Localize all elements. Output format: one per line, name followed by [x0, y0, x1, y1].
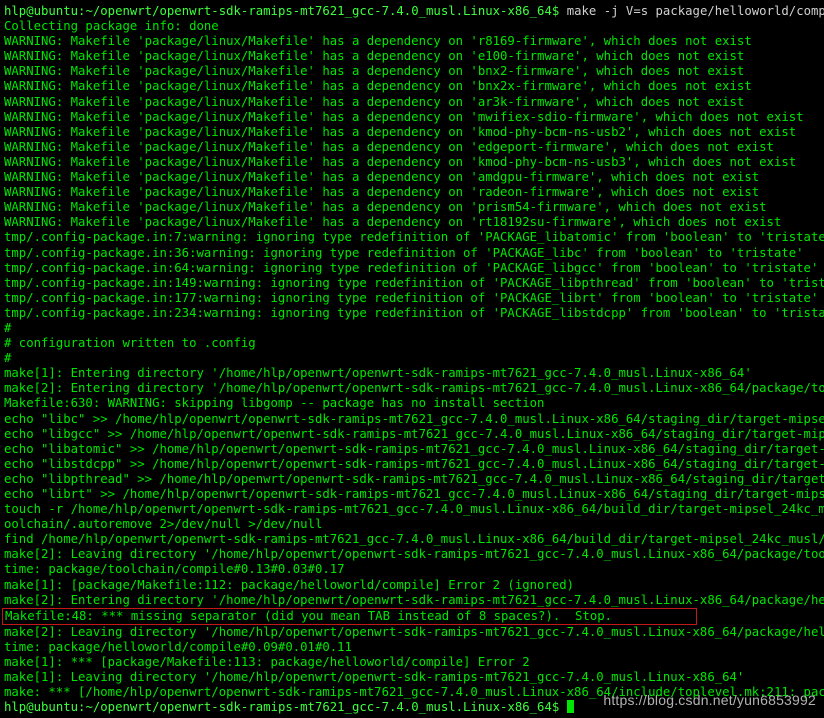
watermark-text: https://blog.csdn.net/yun6853992	[603, 692, 816, 708]
prompt-path: ~/openwrt/openwrt-sdk-ramips-mt7621_gcc-…	[85, 4, 551, 18]
prompt-dollar: $	[552, 4, 559, 18]
terminal[interactable]: hlp@ubuntu:~/openwrt/openwrt-sdk-ramips-…	[0, 0, 824, 715]
tail-lines: make[2]: Leaving directory '/home/hlp/op…	[4, 625, 824, 699]
output-lines: Collecting package info: done WARNING: M…	[4, 19, 824, 607]
prompt-line-2: hlp@ubuntu:~/openwrt/openwrt-sdk-ramips-…	[4, 700, 567, 714]
error-text: Makefile:48: *** missing separator (did …	[5, 609, 612, 623]
prompt-user: hlp@ubuntu	[4, 4, 78, 18]
prompt-dollar: $	[552, 700, 559, 714]
prompt-path: ~/openwrt/openwrt-sdk-ramips-mt7621_gcc-…	[85, 700, 551, 714]
prompt-user: hlp@ubuntu	[4, 700, 78, 714]
error-highlight-box: Makefile:48: *** missing separator (did …	[2, 608, 697, 625]
prompt-line: hlp@ubuntu:~/openwrt/openwrt-sdk-ramips-…	[4, 4, 824, 18]
command-text: make -j V=s package/helloworld/compile	[567, 4, 824, 18]
cursor-icon	[567, 700, 574, 713]
